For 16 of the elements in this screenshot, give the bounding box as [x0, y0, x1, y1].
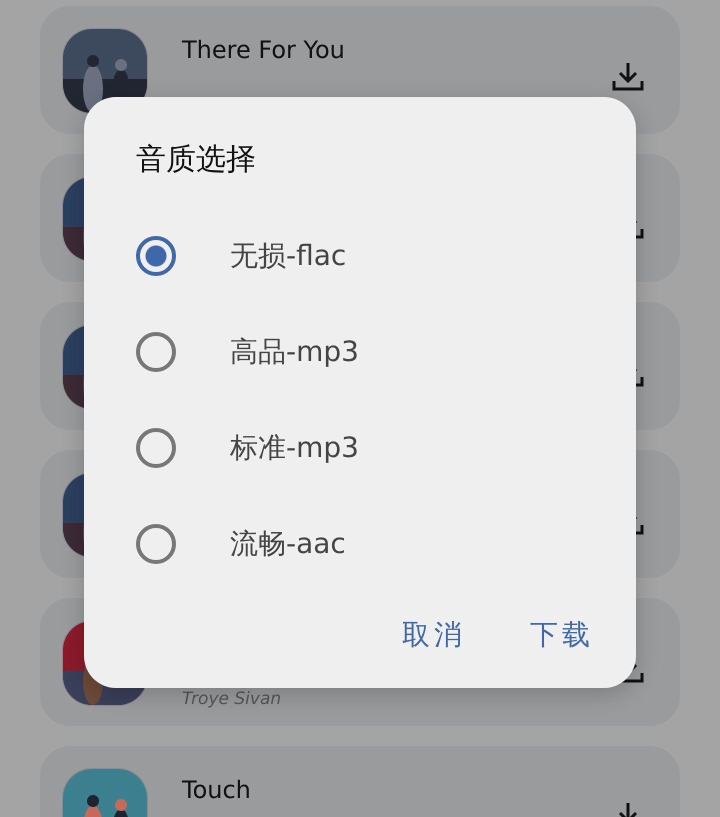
download-icon[interactable] — [612, 61, 644, 91]
option-label[interactable]: 无损-flac — [230, 237, 346, 275]
radio-button[interactable] — [136, 524, 176, 564]
artist-name: Troye Sivan — [182, 689, 282, 709]
radio-button[interactable] — [136, 428, 176, 468]
song-title: There For You — [182, 36, 346, 66]
radio-button[interactable] — [136, 332, 176, 372]
song-card[interactable]: Touch — [40, 746, 680, 817]
option-label[interactable]: 流畅-aac — [230, 525, 346, 563]
option-label[interactable]: 标准-mp3 — [230, 429, 359, 467]
cancel-button[interactable]: 取消 — [390, 608, 478, 662]
radio-button[interactable] — [136, 236, 176, 276]
dialog-title: 音质选择 — [136, 141, 257, 179]
song-title: Touch — [182, 776, 252, 806]
option-label[interactable]: 高品-mp3 — [230, 333, 359, 371]
download-button[interactable]: 下载 — [518, 608, 606, 662]
